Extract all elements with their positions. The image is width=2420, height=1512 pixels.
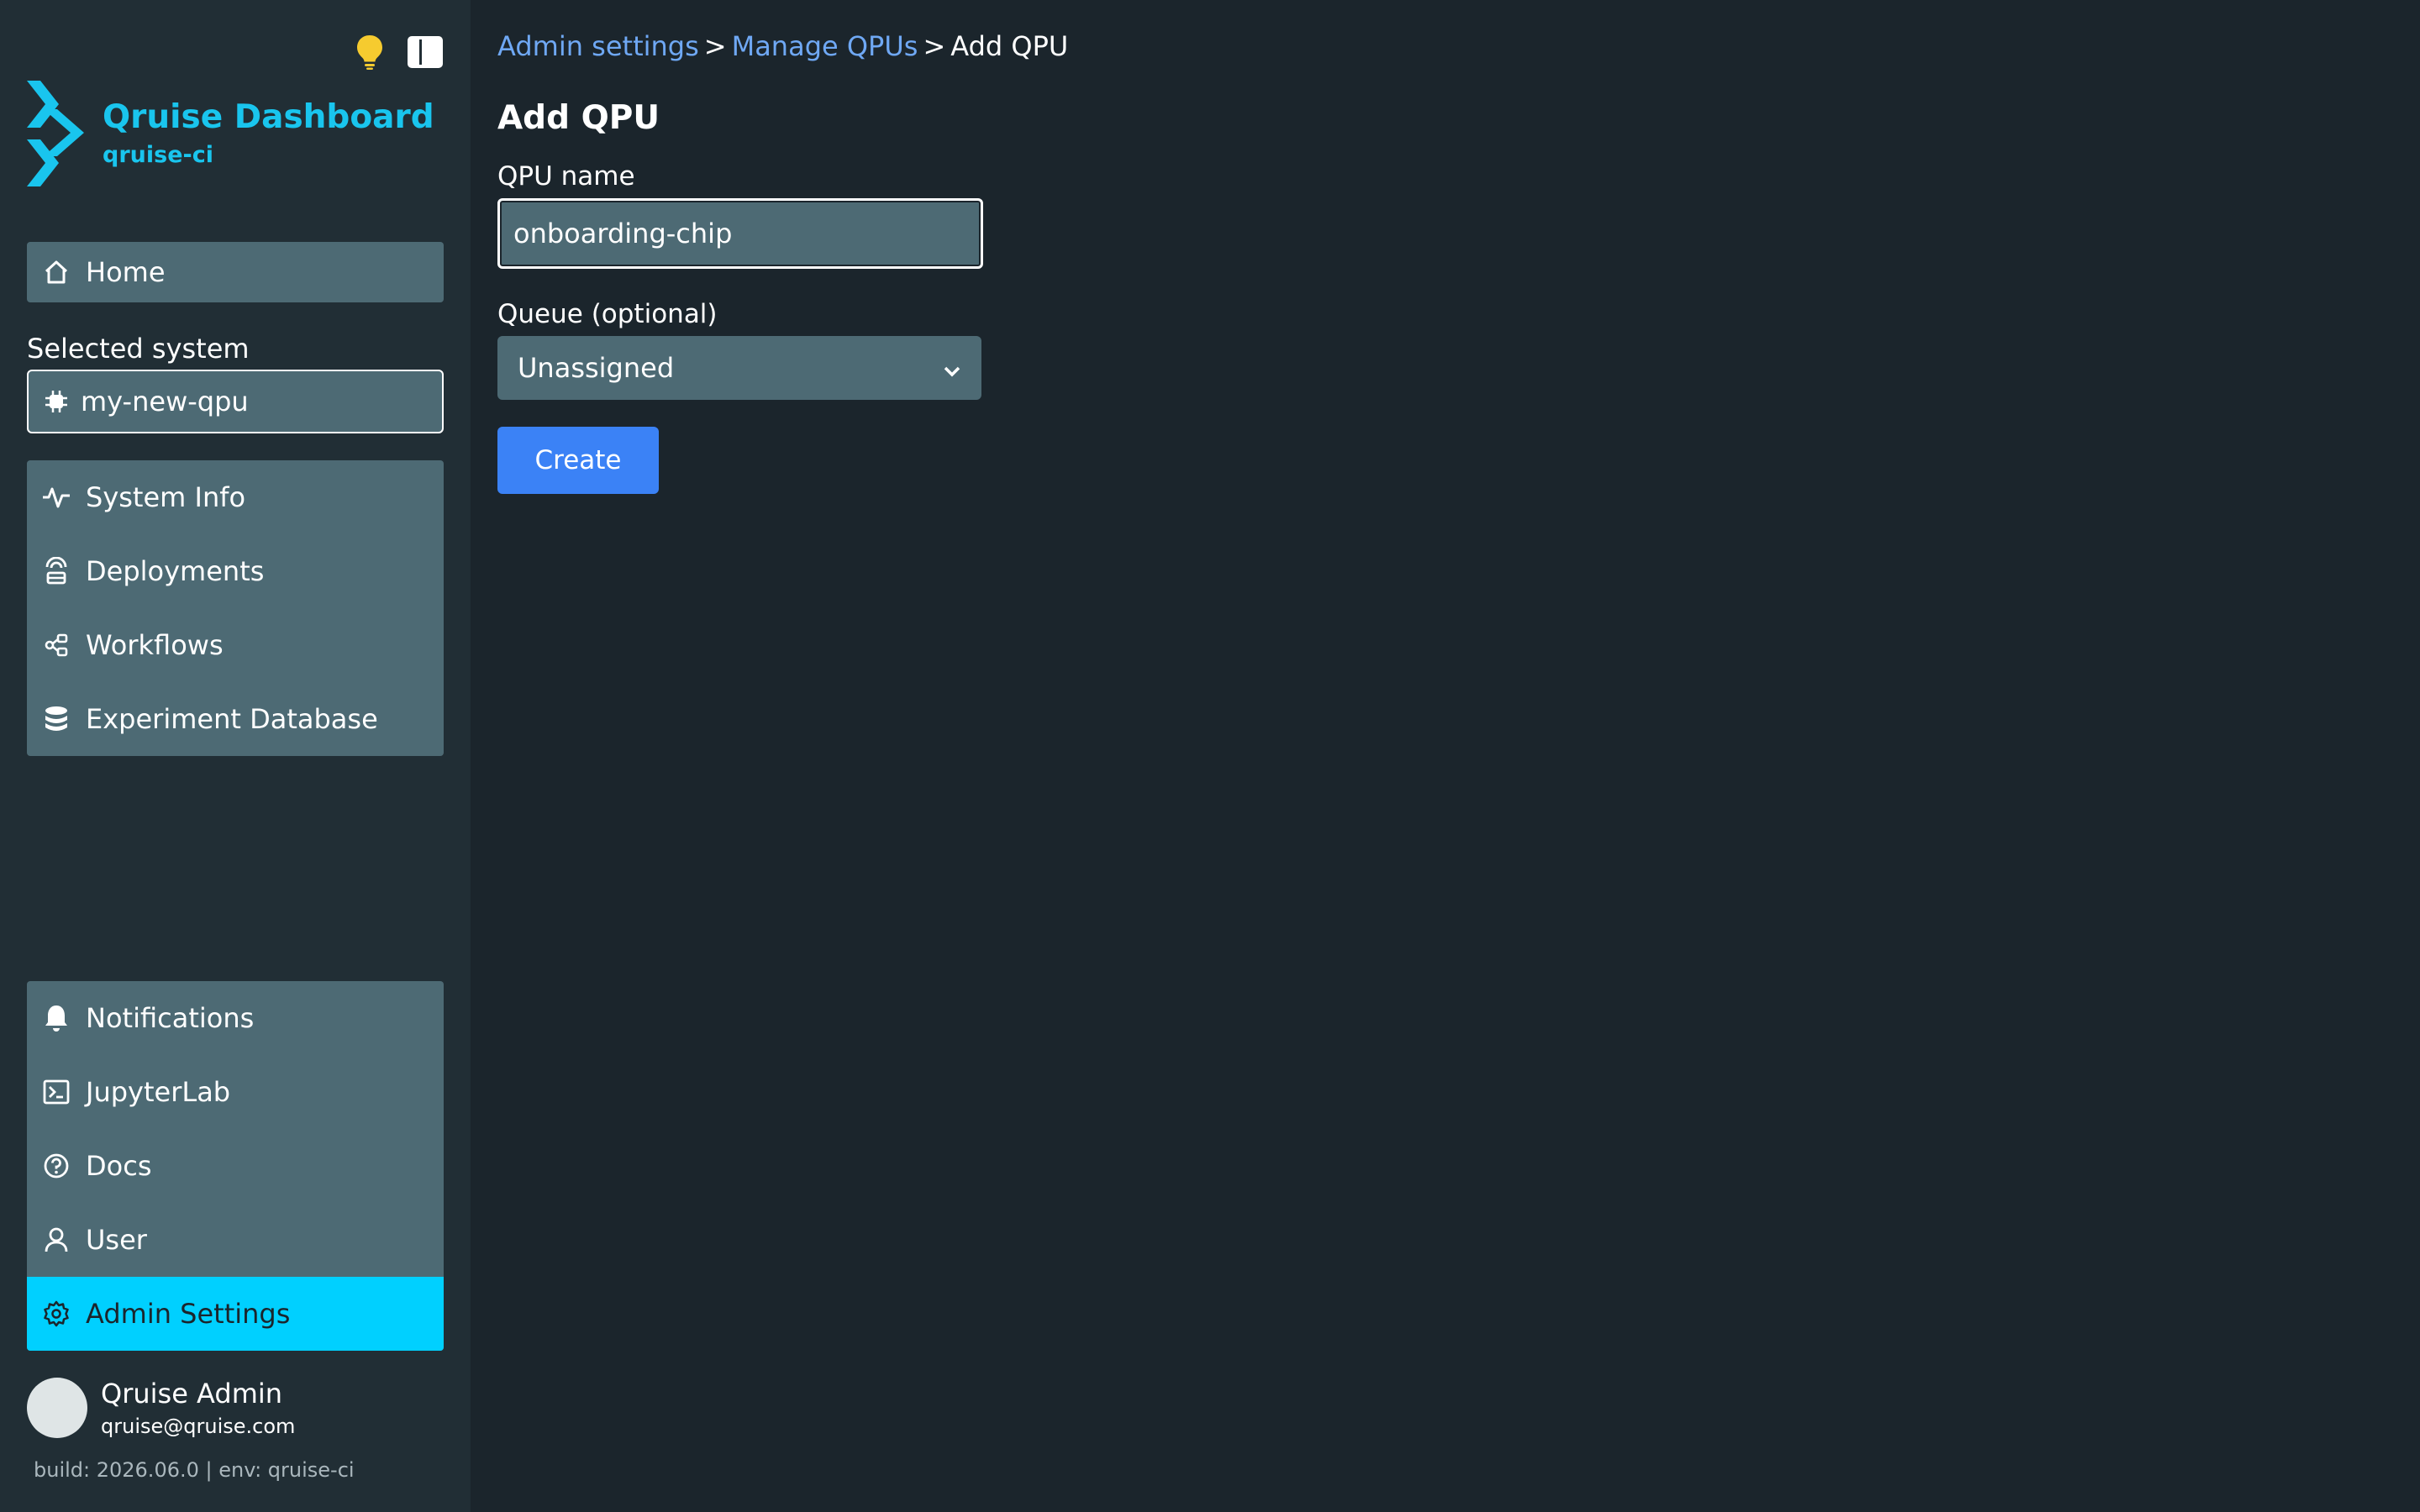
sidebar: Qruise Dashboard qruise-ci Home Selected… — [0, 0, 471, 1512]
user-email: qruise@qruise.com — [101, 1415, 296, 1438]
breadcrumb-separator: > — [703, 30, 727, 62]
sidebar-toggle-icon[interactable] — [407, 32, 444, 72]
database-icon — [42, 705, 71, 733]
system-selector[interactable]: my-new-qpu — [27, 370, 444, 433]
terminal-icon — [42, 1078, 71, 1106]
app-title: Qruise Dashboard — [103, 98, 434, 137]
breadcrumb: Admin settings > Manage QPUs > Add QPU — [497, 30, 1068, 62]
sidebar-item-user[interactable]: User — [27, 1203, 444, 1277]
sidebar-item-label: User — [86, 1224, 147, 1256]
home-nav: Home — [27, 242, 444, 302]
workflow-icon — [42, 631, 71, 659]
gear-icon — [42, 1299, 71, 1328]
help-circle-icon — [42, 1152, 71, 1180]
sidebar-item-label: System Info — [86, 481, 246, 513]
breadcrumb-current: Add QPU — [950, 30, 1069, 62]
bell-icon — [42, 1004, 71, 1032]
user-icon — [42, 1226, 71, 1254]
user-name: Qruise Admin — [101, 1378, 283, 1410]
system-nav: System Info Deployments Workflows Experi… — [27, 460, 444, 756]
page-title: Add QPU — [497, 99, 660, 137]
deployment-icon — [42, 557, 71, 585]
sidebar-item-docs[interactable]: Docs — [27, 1129, 444, 1203]
create-button[interactable]: Create — [497, 427, 659, 494]
sidebar-item-deployments[interactable]: Deployments — [27, 534, 444, 608]
qpu-name-input[interactable] — [497, 198, 983, 269]
sidebar-item-home[interactable]: Home — [27, 242, 444, 302]
sidebar-item-workflows[interactable]: Workflows — [27, 608, 444, 682]
activity-icon — [42, 483, 71, 512]
sidebar-item-label: Notifications — [86, 1002, 255, 1034]
qpu-name-label: QPU name — [497, 161, 635, 192]
sidebar-item-label: Deployments — [86, 555, 265, 587]
breadcrumb-separator: > — [923, 30, 946, 62]
build-info: build: 2026.06.0 | env: qruise-ci — [34, 1458, 355, 1482]
sidebar-item-experiment-database[interactable]: Experiment Database — [27, 682, 444, 756]
sidebar-item-label: Home — [86, 256, 166, 288]
sidebar-item-label: Admin Settings — [86, 1298, 291, 1330]
sidebar-item-notifications[interactable]: Notifications — [27, 981, 444, 1055]
sidebar-item-system-info[interactable]: System Info — [27, 460, 444, 534]
sidebar-item-admin-settings[interactable]: Admin Settings — [27, 1277, 444, 1351]
bottom-nav: Notifications JupyterLab Docs User Admin… — [27, 981, 444, 1351]
avatar — [27, 1378, 87, 1438]
queue-select-value: Unassigned — [518, 352, 675, 384]
sidebar-item-label: Docs — [86, 1150, 152, 1182]
sidebar-item-label: Experiment Database — [86, 703, 378, 735]
qruise-logo-icon — [27, 81, 84, 186]
chip-icon — [44, 389, 69, 414]
sidebar-item-jupyterlab[interactable]: JupyterLab — [27, 1055, 444, 1129]
selected-system-label: Selected system — [27, 333, 250, 365]
queue-label: Queue (optional) — [497, 299, 718, 329]
org-name: qruise-ci — [103, 141, 213, 168]
sidebar-item-label: Workflows — [86, 629, 224, 661]
brand[interactable]: Qruise Dashboard qruise-ci — [25, 79, 434, 188]
queue-select[interactable]: Unassigned — [497, 336, 981, 400]
sidebar-item-label: JupyterLab — [86, 1076, 231, 1108]
top-icons — [351, 32, 444, 72]
breadcrumb-manage-qpus[interactable]: Manage QPUs — [732, 30, 918, 62]
lightbulb-icon[interactable] — [351, 32, 388, 72]
home-icon — [42, 258, 71, 286]
user-profile[interactable]: Qruise Admin qruise@qruise.com — [27, 1378, 295, 1438]
breadcrumb-admin-settings[interactable]: Admin settings — [497, 30, 699, 62]
selected-system-value: my-new-qpu — [81, 386, 249, 417]
chevron-down-icon — [943, 352, 961, 384]
